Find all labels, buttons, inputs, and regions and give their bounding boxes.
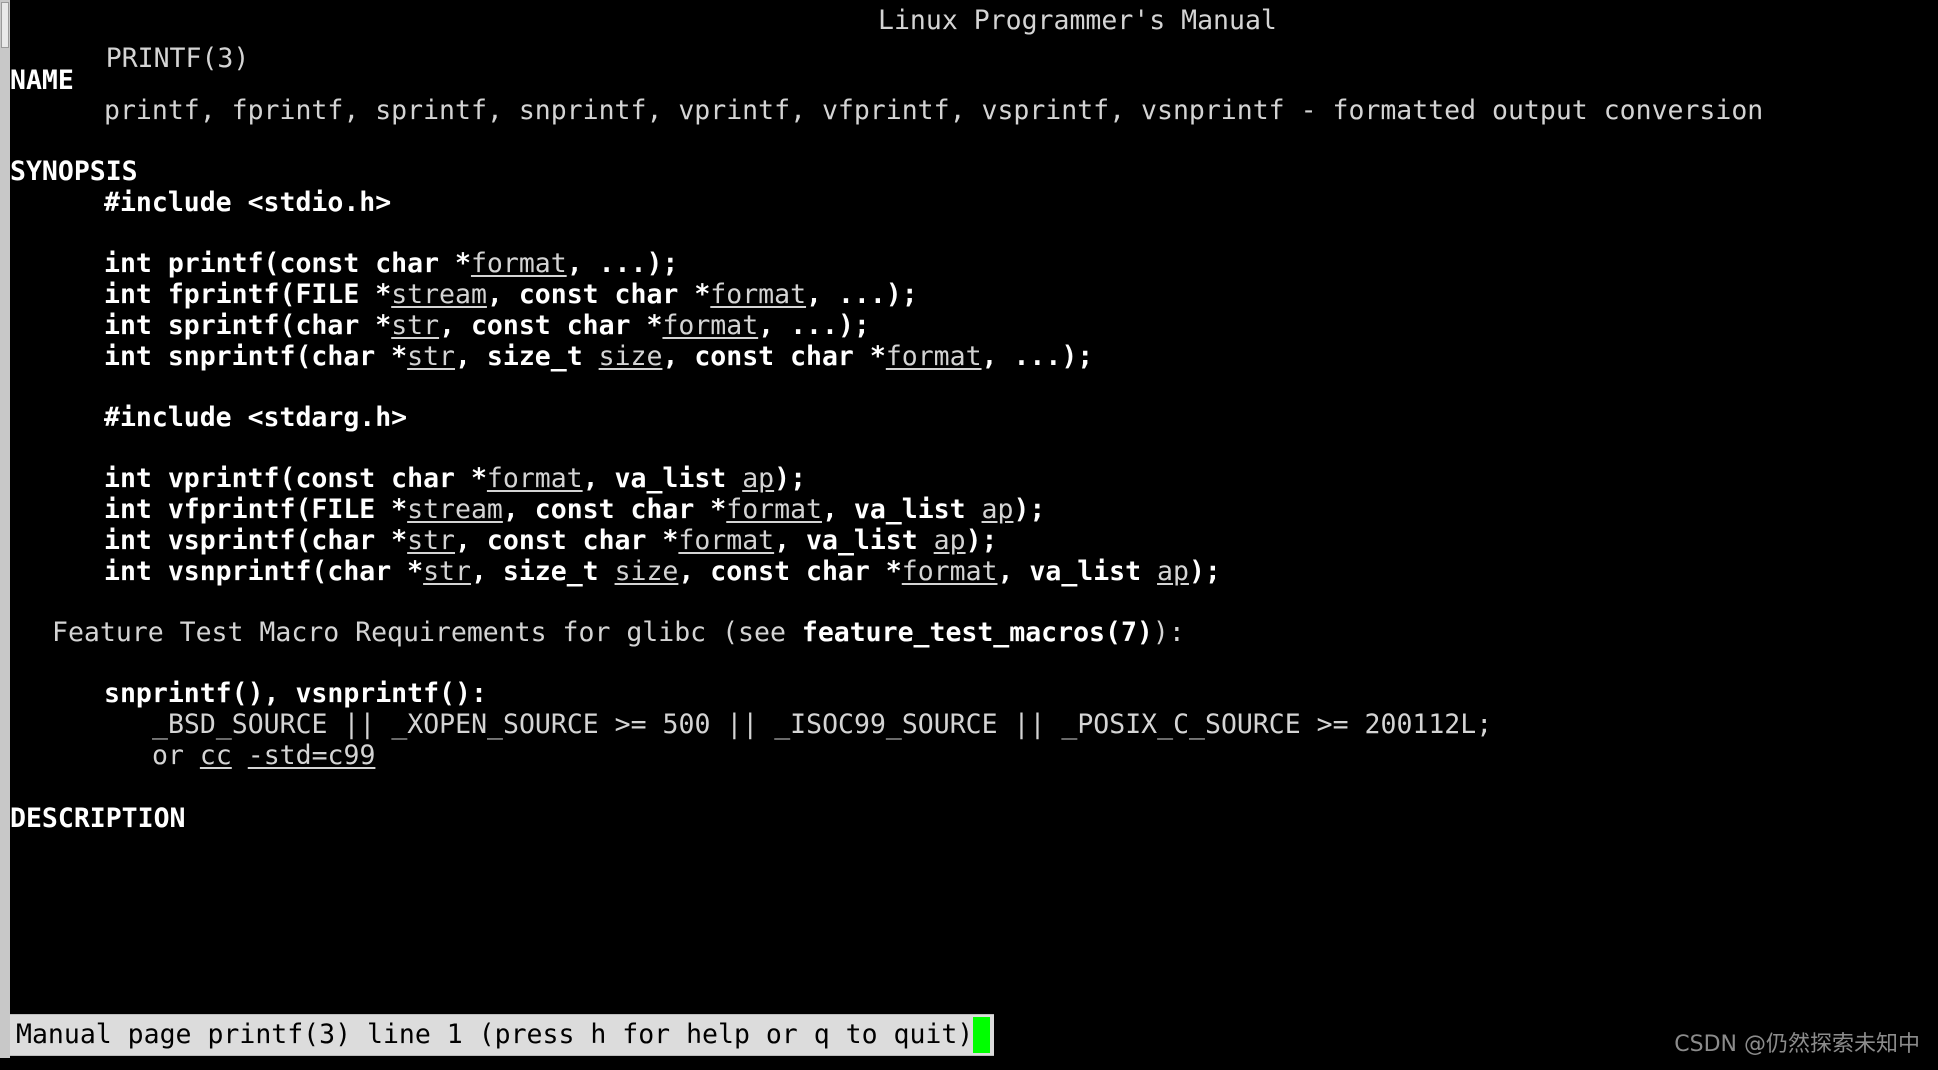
pager-status-bar[interactable]: Manual page printf(3) line 1 (press h fo…: [10, 1014, 995, 1056]
prototype-vsprintf-mid1: , const char *: [455, 525, 679, 556]
prototype-vsnprintf-param-str: str: [423, 556, 471, 587]
prototype-vfprintf-param-ap: ap: [981, 494, 1014, 525]
synopsis-include-stdio: #include <stdio.h>: [104, 187, 392, 218]
ftm-alt-space: [232, 740, 248, 771]
prototype-snprintf-pre: int snprintf(char *: [104, 341, 408, 372]
prototype-snprintf-param-format: format: [885, 341, 982, 372]
prototype-vsnprintf-param-ap: ap: [1157, 556, 1189, 587]
prototype-sprintf-post: , ...);: [758, 310, 870, 341]
prototype-printf-param-format: format: [470, 248, 567, 279]
prototype-vsnprintf-mid3: , va_list: [997, 556, 1158, 587]
man-header-center: Linux Programmer's Manual: [878, 5, 1277, 36]
bottom-filler: [0, 1058, 1938, 1070]
prototype-vprintf-pre: int vprintf(const char *: [104, 463, 487, 494]
ftm-alternative: or cc -std=c99: [10, 737, 375, 775]
prototype-vsnprintf-pre: int vsnprintf(char *: [104, 556, 424, 587]
prototype-vsprintf-mid2: , va_list: [774, 525, 934, 556]
prototype-vsprintf-param-ap: ap: [933, 525, 966, 556]
prototype-vfprintf-pre: int vfprintf(FILE *: [104, 494, 408, 525]
scrollbar-thumb[interactable]: [1, 2, 9, 48]
prototype-vsnprintf-post: );: [1188, 556, 1221, 587]
section-heading-description: DESCRIPTION: [10, 803, 186, 834]
prototype-snprintf-param-str: str: [407, 341, 456, 372]
prototype-vsprintf-param-str: str: [407, 525, 456, 556]
prototype-snprintf-param-size: size: [598, 341, 663, 372]
prototype-fprintf-post: , ...);: [806, 279, 918, 310]
prototype-vsprintf-param-format: format: [678, 525, 775, 556]
feature-test-post: ):: [1152, 617, 1185, 648]
prototype-vsprintf-pre: int vsprintf(char *: [104, 525, 408, 556]
prototype-fprintf-mid1: , const char *: [486, 279, 711, 310]
csdn-watermark: CSDN @仍然探索未知中: [1674, 1032, 1920, 1057]
prototype-vsnprintf: int vsnprintf(char *str, size_t size, co…: [10, 553, 1221, 591]
prototype-fprintf-pre: int fprintf(FILE *: [104, 279, 392, 310]
prototype-vsprintf-post: );: [965, 525, 998, 556]
window-left-edge: [0, 0, 10, 1070]
prototype-sprintf-mid1: , const char *: [439, 310, 663, 341]
prototype-sprintf-pre: int sprintf(char *: [104, 310, 392, 341]
terminal-screen: PRINTF(3) Linux Programmer's Manual NAME…: [10, 0, 1938, 1070]
text-cursor: [973, 1017, 991, 1053]
man-header-left: PRINTF(3): [105, 43, 250, 74]
terminal-window: PRINTF(3) Linux Programmer's Manual NAME…: [0, 0, 1938, 1070]
prototype-sprintf-param-format: format: [662, 310, 759, 341]
prototype-fprintf-param-format: format: [710, 279, 807, 310]
prototype-snprintf-post: , ...);: [981, 341, 1094, 372]
prototype-vsnprintf-mid2: , const char *: [678, 556, 902, 587]
prototype-vfprintf-param-stream: stream: [407, 494, 503, 525]
prototype-vfprintf-post: );: [1013, 494, 1046, 525]
prototype-vsnprintf-param-size: size: [614, 556, 679, 587]
prototype-vsnprintf-param-format: format: [901, 556, 998, 587]
prototype-vfprintf-mid1: , const char *: [502, 494, 727, 525]
prototype-snprintf-mid1: , size_t: [455, 341, 599, 372]
prototype-vprintf-mid1: , va_list: [582, 463, 743, 494]
prototype-vprintf-param-format: format: [486, 463, 583, 494]
synopsis-include-stdarg: #include <stdarg.h>: [104, 402, 408, 433]
prototype-vfprintf-mid2: , va_list: [821, 494, 982, 525]
feature-test-macros-ref: feature_test_macros(7): [801, 617, 1153, 648]
prototype-printf-post: , ...);: [566, 248, 679, 279]
pager-status-text: Manual page printf(3) line 1 (press h fo…: [16, 1019, 974, 1050]
feature-test-macro-line: Feature Test Macro Requirements for glib…: [10, 614, 1185, 652]
prototype-printf-pre: int printf(const char *: [104, 248, 471, 279]
prototype-sprintf-param-str: str: [391, 310, 440, 341]
prototype-snprintf: int snprintf(char *str, size_t size, con…: [10, 338, 1093, 376]
ftm-alt-flag: -std=c99: [247, 740, 376, 771]
feature-test-pre: Feature Test Macro Requirements for glib…: [52, 617, 802, 648]
prototype-fprintf-param-stream: stream: [391, 279, 487, 310]
ftm-alt-pre: or: [152, 740, 200, 771]
ftm-alt-cc: cc: [199, 740, 232, 771]
prototype-vprintf-post: );: [774, 463, 807, 494]
name-body: printf, fprintf, sprintf, snprintf, vpri…: [104, 95, 1764, 126]
prototype-vsnprintf-mid1: , size_t: [470, 556, 615, 587]
prototype-vprintf-param-ap: ap: [742, 463, 775, 494]
prototype-snprintf-mid2: , const char *: [662, 341, 886, 372]
prototype-vfprintf-param-format: format: [726, 494, 822, 525]
